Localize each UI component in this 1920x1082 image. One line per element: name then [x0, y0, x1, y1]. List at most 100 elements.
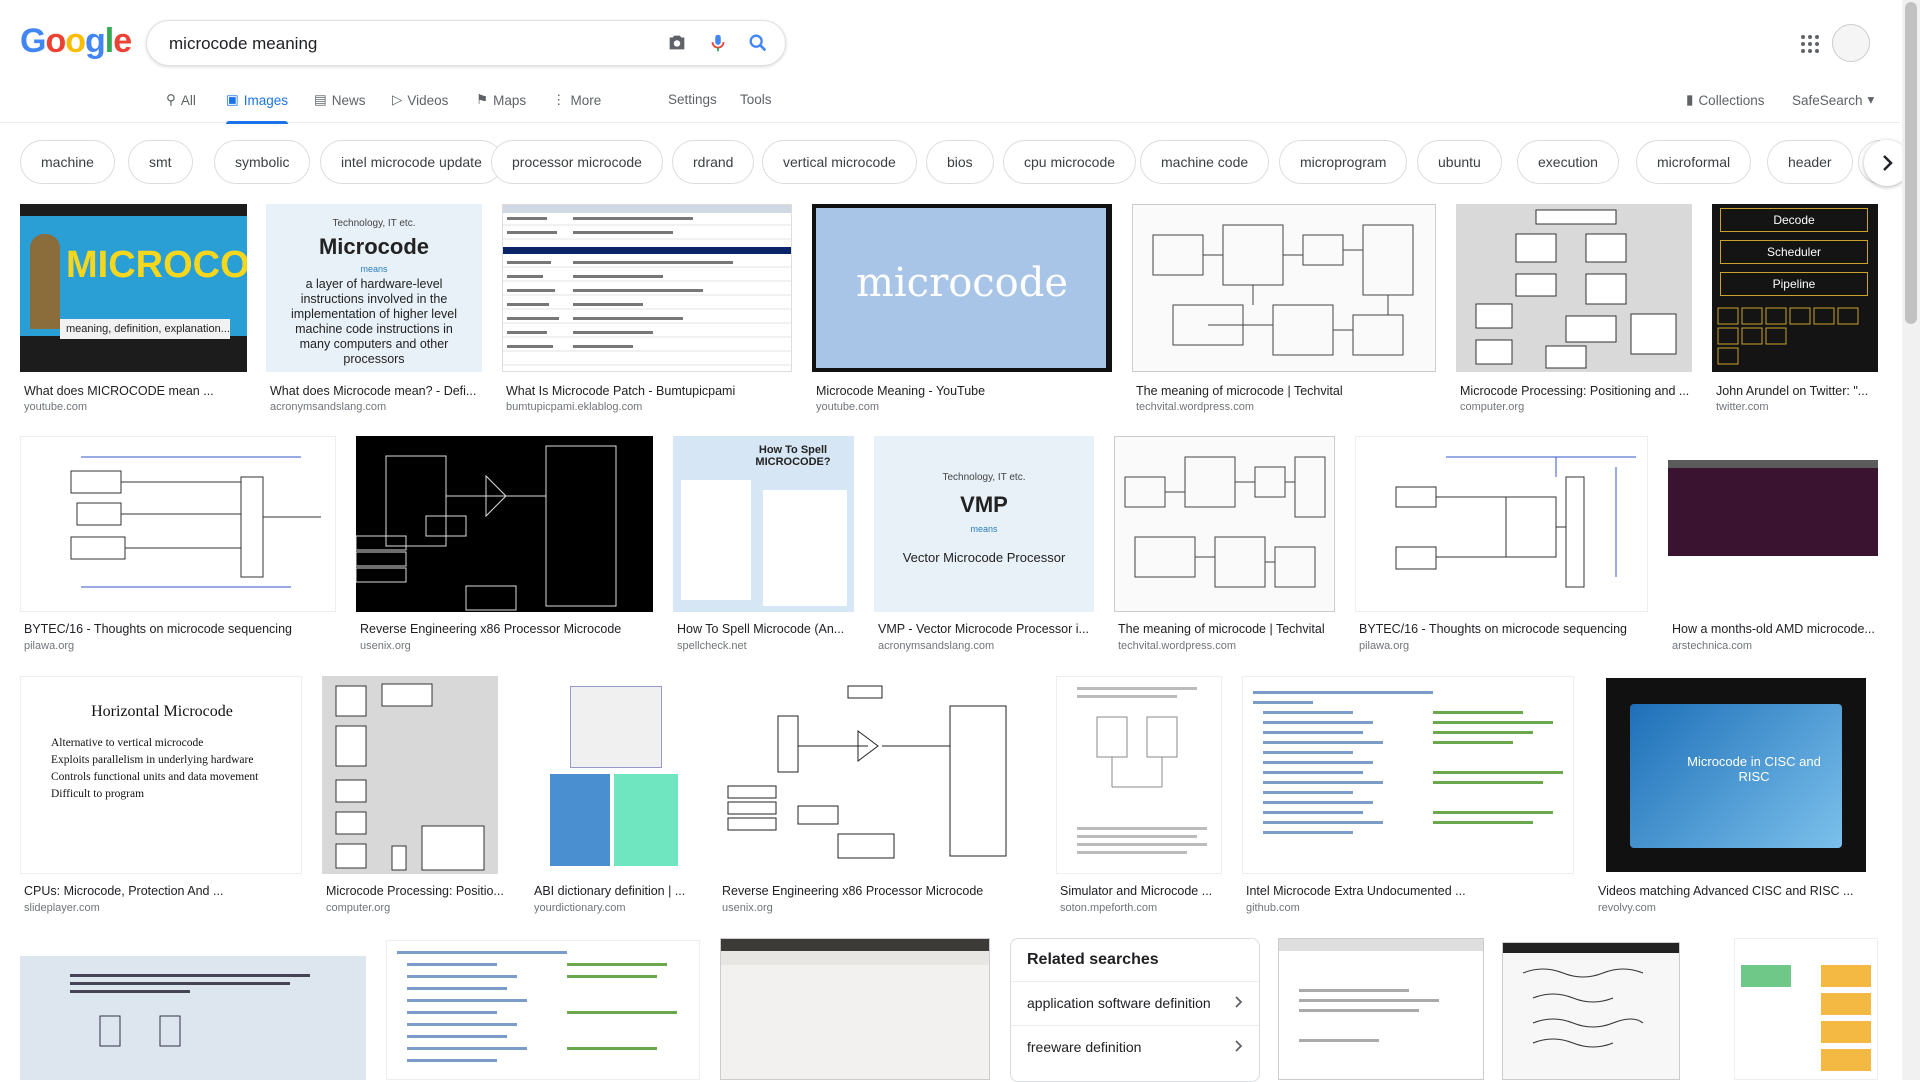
image-result[interactable]: ABI dictionary definition | ... yourdict… — [530, 676, 698, 916]
result-thumbnail — [1734, 938, 1878, 1080]
scrollbar-thumb[interactable] — [1905, 2, 1917, 324]
camera-icon[interactable] — [666, 32, 688, 54]
image-result[interactable]: Intel Microcode Extra Undocumented ... g… — [1242, 676, 1574, 916]
image-result[interactable] — [20, 956, 366, 1080]
image-result[interactable]: Technology, IT etc. Microcode means a la… — [266, 204, 482, 414]
image-result[interactable]: BYTEC/16 - Thoughts on microcode sequenc… — [1355, 436, 1648, 656]
result-thumbnail — [718, 676, 1036, 874]
image-result[interactable]: microcode Microcode Meaning - YouTube yo… — [812, 204, 1112, 414]
image-result[interactable]: How To Spell MICROCODE? How To Spell Mic… — [673, 436, 854, 656]
result-title: CPUs: Microcode, Protection And ... — [24, 884, 224, 898]
tab-label: More — [570, 92, 602, 108]
image-result[interactable]: Reverse Engineering x86 Processor Microc… — [356, 436, 653, 656]
collections-button[interactable]: ▮ Collections — [1686, 92, 1764, 108]
tab-images[interactable]: ▣ Images — [226, 92, 289, 124]
chip[interactable]: microprogram — [1279, 140, 1408, 184]
image-result[interactable]: What Is Microcode Patch - Bumtupicpami b… — [502, 204, 792, 414]
related-searches-panel: Related searches application software de… — [1010, 938, 1260, 1082]
image-result[interactable]: Microcode Processing: Positio... compute… — [322, 676, 510, 916]
result-title: Intel Microcode Extra Undocumented ... — [1246, 884, 1466, 898]
image-result[interactable]: The meaning of microcode | Techvital tec… — [1114, 436, 1335, 656]
tab-news[interactable]: ▤ News — [314, 92, 366, 108]
google-logo[interactable]: Google — [20, 22, 132, 61]
result-title: Microcode Meaning - YouTube — [816, 384, 986, 398]
result-thumbnail — [1502, 942, 1680, 1080]
image-result[interactable]: Microcode Processing: Positioning and ..… — [1456, 204, 1692, 414]
image-result[interactable]: Decode Scheduler Pipeline John Arundel o… — [1712, 204, 1878, 414]
chip[interactable]: execution — [1517, 140, 1619, 184]
chip[interactable]: ubuntu — [1417, 140, 1502, 184]
chip[interactable]: machine — [20, 140, 115, 184]
caret-down-icon: ▾ — [1867, 92, 1875, 107]
image-result[interactable] — [1278, 938, 1484, 1080]
result-thumbnail — [1456, 204, 1692, 372]
account-avatar[interactable] — [1832, 24, 1870, 62]
tab-maps[interactable]: ⚑ Maps — [476, 92, 526, 108]
tab-all[interactable]: ⚲ All — [166, 92, 196, 108]
result-title: Reverse Engineering x86 Processor Microc… — [360, 622, 622, 636]
chip[interactable]: machine code — [1140, 140, 1270, 184]
result-title: What Is Microcode Patch - Bumtupicpami — [506, 384, 736, 398]
result-title: The meaning of microcode | Techvital — [1136, 384, 1343, 398]
image-result[interactable] — [1502, 942, 1680, 1080]
related-search-label: application software definition — [1027, 994, 1211, 1011]
chip[interactable]: microformal — [1636, 140, 1752, 184]
image-result[interactable]: Horizontal Microcode Alternative to vert… — [20, 676, 302, 916]
result-source: usenix.org — [360, 640, 411, 652]
more-vert-icon: ⋮ — [552, 92, 566, 107]
tab-tools[interactable]: Tools — [740, 92, 772, 107]
image-result[interactable] — [386, 940, 700, 1080]
image-result[interactable]: BYTEC/16 - Thoughts on microcode sequenc… — [20, 436, 336, 656]
safesearch-button[interactable]: SafeSearch ▾ — [1792, 92, 1874, 108]
chip[interactable]: smt — [128, 140, 193, 184]
tab-more[interactable]: ⋮ More — [552, 92, 601, 108]
chip[interactable]: rdrand — [672, 140, 755, 184]
presenter-figure — [30, 234, 60, 329]
thumb-title: MICROCODE — [66, 244, 247, 286]
thumb-means: means — [970, 524, 998, 534]
chip[interactable]: intel microcode update — [320, 140, 503, 184]
result-thumbnail: Technology, IT etc. VMP means Vector Mic… — [874, 436, 1094, 612]
result-source: techvital.wordpress.com — [1118, 640, 1236, 652]
processing-diagram-image — [1475, 209, 1677, 369]
image-result[interactable]: MICROCODE meaning, definition, explanati… — [20, 204, 247, 414]
image-result[interactable] — [1734, 938, 1878, 1080]
microphone-icon[interactable] — [707, 32, 729, 54]
result-title: BYTEC/16 - Thoughts on microcode sequenc… — [24, 622, 292, 636]
related-search-item[interactable]: application software definition — [1011, 981, 1259, 1023]
thumb-definition: Vector Microcode Processor — [902, 550, 1066, 565]
result-source: techvital.wordpress.com — [1136, 401, 1254, 413]
chip[interactable]: cpu microcode — [1003, 140, 1137, 184]
image-result[interactable]: Reverse Engineering x86 Processor Microc… — [718, 676, 1036, 916]
search-input[interactable] — [167, 31, 651, 57]
related-search-item[interactable]: freeware definition — [1011, 1025, 1259, 1067]
logo-letter: e — [113, 22, 132, 60]
tab-settings[interactable]: Settings — [668, 92, 717, 107]
image-result[interactable]: Technology, IT etc. VMP means Vector Mic… — [874, 436, 1094, 656]
search-icon[interactable] — [747, 32, 769, 54]
chip[interactable]: header — [1767, 140, 1853, 184]
chip[interactable]: bios — [926, 140, 994, 184]
result-thumbnail: Decode Scheduler Pipeline — [1712, 204, 1878, 372]
result-title: BYTEC/16 - Thoughts on microcode sequenc… — [1359, 622, 1627, 636]
image-result[interactable]: Microcode in CISC and RISC Videos matchi… — [1594, 676, 1878, 916]
result-source: computer.org — [326, 902, 391, 914]
thumb-subtitle: meaning, definition, explanation... — [60, 319, 230, 339]
page-scrollbar[interactable] — [1902, 0, 1920, 1080]
image-result[interactable] — [720, 938, 990, 1080]
result-source: github.com — [1246, 902, 1300, 914]
image-result[interactable]: The meaning of microcode | Techvital tec… — [1132, 204, 1436, 414]
map-icon: ⚑ — [476, 92, 489, 107]
tab-videos[interactable]: ▷ Videos — [392, 92, 448, 108]
chip[interactable]: vertical microcode — [762, 140, 917, 184]
result-thumbnail: MICROCODE meaning, definition, explanati… — [20, 204, 247, 372]
image-result[interactable]: Simulator and Microcode ... soton.mpefor… — [1056, 676, 1222, 916]
apps-grid-icon[interactable] — [1800, 34, 1820, 54]
thumb-bullet: Alternative to vertical microcode — [51, 737, 204, 749]
chip[interactable]: symbolic — [214, 140, 311, 184]
image-result[interactable]: How a months-old AMD microcode... arstec… — [1668, 436, 1878, 656]
chip[interactable]: processor microcode — [491, 140, 663, 184]
result-title: What does MICROCODE mean ... — [24, 384, 214, 398]
related-search-label: freeware definition — [1027, 1038, 1142, 1055]
result-thumbnail — [502, 204, 792, 372]
